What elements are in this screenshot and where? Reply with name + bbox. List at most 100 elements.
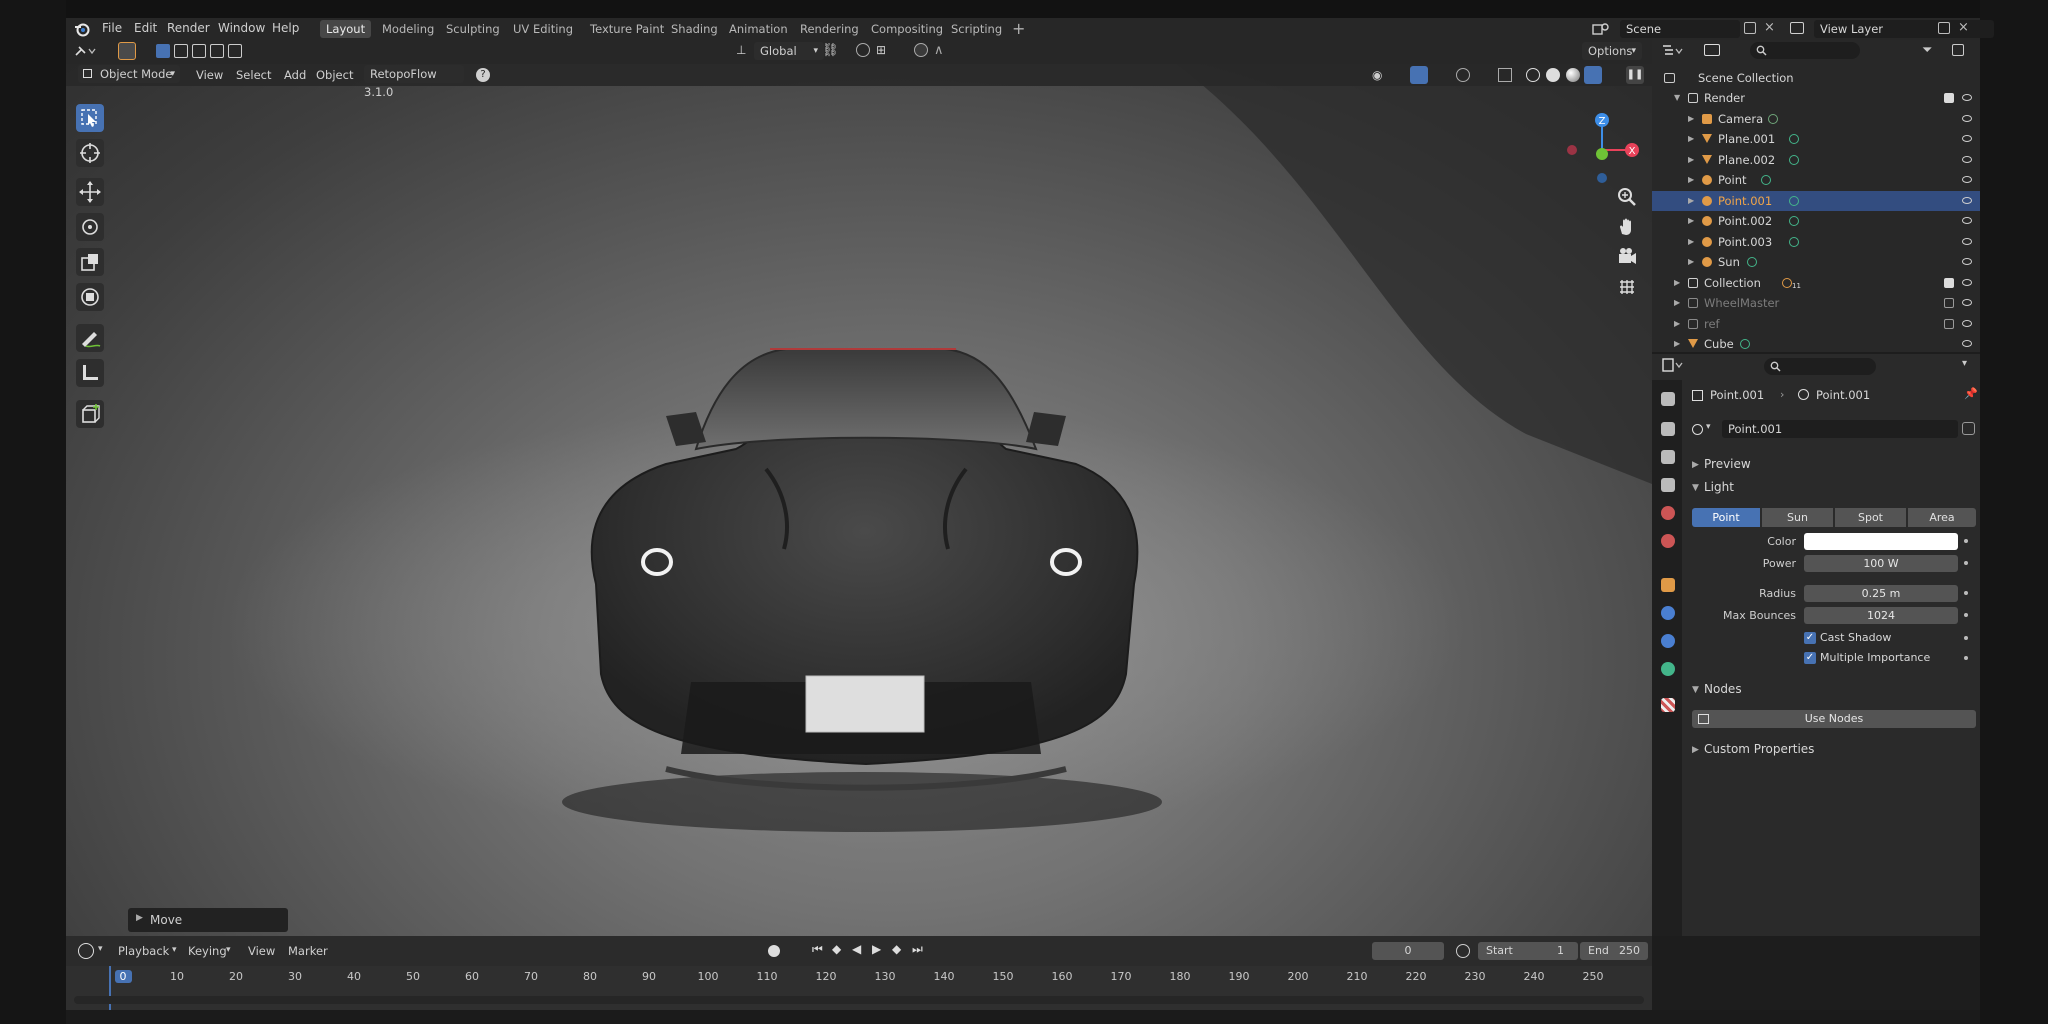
- tab-texture-paint[interactable]: Texture Paint: [584, 20, 670, 38]
- expand-toggle-icon[interactable]: ▶: [1688, 109, 1694, 129]
- world-tab-icon[interactable]: [1661, 534, 1675, 548]
- custom-properties-header[interactable]: Custom Properties: [1704, 742, 1814, 756]
- eye-icon[interactable]: [1962, 135, 1972, 142]
- tweak-select-icon[interactable]: [118, 42, 136, 60]
- eye-icon[interactable]: [1962, 319, 1972, 327]
- menu-edit[interactable]: Edit: [134, 21, 157, 35]
- eye-icon[interactable]: [1962, 155, 1972, 163]
- menu-window[interactable]: Window: [218, 21, 265, 35]
- add-workspace-icon[interactable]: +: [1012, 19, 1025, 38]
- options-dropdown[interactable]: Options ▾: [1582, 42, 1642, 60]
- retopoflow-dropdown[interactable]: RetopoFlow 3.1.0: [364, 65, 464, 99]
- constraints-tab-icon[interactable]: [1661, 634, 1675, 648]
- tool-tab-icon[interactable]: [1661, 392, 1675, 406]
- overlay-toggle-icon[interactable]: [1456, 68, 1470, 82]
- menu-select[interactable]: Select: [236, 68, 271, 82]
- tab-animation[interactable]: Animation: [723, 20, 794, 38]
- data-badge-icon[interactable]: [1789, 216, 1799, 226]
- record-icon[interactable]: [768, 945, 780, 957]
- eye-icon[interactable]: [1962, 114, 1972, 122]
- multiple-importance-checkbox[interactable]: ✓: [1804, 652, 1816, 664]
- expand-toggle-icon[interactable]: ▶: [1688, 191, 1694, 211]
- light-datablock-field[interactable]: Point.001: [1722, 420, 1958, 438]
- properties-search-input[interactable]: [1764, 358, 1876, 375]
- datablock-dropdown-icon[interactable]: ▾: [1706, 422, 1711, 432]
- tab-layout[interactable]: Layout: [320, 20, 372, 38]
- radius-keyframe-icon[interactable]: [1964, 591, 1968, 595]
- data-badge-icon[interactable]: [1782, 277, 1792, 288]
- 3d-viewport[interactable]: Z X ▶ Move: [66, 64, 1652, 936]
- data-badge-icon[interactable]: [1768, 113, 1778, 124]
- outliner-row-cube[interactable]: ▶ Cube: [1652, 334, 1980, 354]
- use-nodes-button[interactable]: Use Nodes: [1692, 710, 1976, 728]
- operator-expand-icon[interactable]: ▶: [136, 913, 143, 923]
- pan-hand-icon[interactable]: [1614, 214, 1640, 240]
- pivot-icon[interactable]: ⛓: [822, 43, 839, 58]
- scale-tool[interactable]: [76, 248, 104, 276]
- timeline-editor-dropdown-icon[interactable]: ▾: [98, 944, 103, 954]
- outliner-row-wheelmaster[interactable]: ▶ WheelMaster: [1652, 293, 1980, 313]
- view-layer-tab-icon[interactable]: [1661, 478, 1675, 492]
- light-type-point[interactable]: Point: [1692, 508, 1760, 527]
- view-layer-close-icon[interactable]: ×: [1958, 20, 1969, 35]
- mode-dropdown[interactable]: Object Mode ▾: [78, 65, 180, 83]
- data-badge-icon[interactable]: [1740, 339, 1750, 349]
- max-bounces-field[interactable]: 1024: [1804, 607, 1958, 624]
- cast-shadow-checkbox[interactable]: ✓: [1804, 632, 1816, 644]
- tab-rendering[interactable]: Rendering: [794, 20, 865, 38]
- scene-copy-icon[interactable]: [1744, 22, 1756, 34]
- light-color-swatch[interactable]: [1804, 533, 1958, 550]
- select-mode-invert-icon[interactable]: [210, 44, 224, 58]
- nodes-panel-header[interactable]: Nodes: [1704, 682, 1742, 696]
- data-badge-icon[interactable]: [1789, 195, 1799, 206]
- preview-expand-icon[interactable]: ▶: [1692, 460, 1699, 470]
- eye-icon[interactable]: [1962, 217, 1972, 224]
- exclude-checkbox[interactable]: [1944, 277, 1954, 288]
- falloff-icon[interactable]: ∧: [934, 43, 944, 58]
- data-badge-icon[interactable]: [1747, 257, 1757, 267]
- play-reverse-icon[interactable]: ◀: [852, 942, 861, 956]
- pause-render-icon[interactable]: ❚❚: [1626, 66, 1644, 84]
- tab-sculpting[interactable]: Sculpting: [440, 20, 506, 38]
- render-tab-icon[interactable]: [1661, 422, 1675, 436]
- transform-tool[interactable]: [76, 283, 104, 311]
- eye-icon[interactable]: [1962, 176, 1972, 183]
- timeline-menu-view[interactable]: View: [248, 944, 275, 958]
- next-keyframe-icon[interactable]: ◆: [892, 942, 901, 956]
- rotate-tool[interactable]: [76, 213, 104, 241]
- eye-icon[interactable]: [1962, 94, 1972, 101]
- timeline-menu-playback[interactable]: Playback: [118, 944, 169, 958]
- outliner-row-camera[interactable]: ▶ Camera: [1652, 109, 1980, 129]
- cast-shadow-keyframe-icon[interactable]: [1964, 636, 1968, 640]
- scene-close-icon[interactable]: ×: [1764, 20, 1775, 35]
- outliner-search-input[interactable]: [1750, 42, 1860, 59]
- tab-uv-editing[interactable]: UV Editing: [507, 20, 579, 38]
- preview-range-icon[interactable]: [1456, 944, 1470, 958]
- light-panel-header[interactable]: Light: [1704, 480, 1734, 494]
- expand-toggle-icon[interactable]: ▶: [1674, 293, 1680, 313]
- shading-solid-icon[interactable]: [1546, 68, 1560, 82]
- current-frame-field[interactable]: 0: [1372, 942, 1444, 960]
- data-badge-icon[interactable]: [1789, 154, 1799, 165]
- outliner-row-point-002[interactable]: ▶ Point.002: [1652, 211, 1980, 231]
- expand-toggle-icon[interactable]: ▶: [1688, 211, 1694, 231]
- tab-shading[interactable]: Shading: [665, 20, 724, 38]
- light-type-spot[interactable]: Spot: [1835, 508, 1906, 527]
- menu-add[interactable]: Add: [284, 68, 306, 82]
- outliner-row-plane-002[interactable]: ▶ Plane.002: [1652, 150, 1980, 170]
- prev-keyframe-icon[interactable]: ◆: [832, 942, 841, 956]
- menu-object[interactable]: Object: [316, 68, 353, 82]
- data-badge-icon[interactable]: [1761, 175, 1771, 185]
- light-collapse-icon[interactable]: ▼: [1692, 483, 1699, 493]
- exclude-checkbox[interactable]: [1944, 318, 1954, 329]
- menu-file[interactable]: File: [102, 21, 122, 35]
- fake-user-icon[interactable]: [1962, 422, 1975, 435]
- camera-view-icon[interactable]: [1614, 244, 1640, 270]
- menu-render[interactable]: Render: [167, 21, 210, 35]
- visibility-icon[interactable]: ◉: [1372, 68, 1382, 82]
- shading-material-icon[interactable]: [1566, 68, 1580, 82]
- power-field[interactable]: 100 W: [1804, 555, 1958, 572]
- scene-tab-icon[interactable]: [1661, 506, 1675, 520]
- filter-icon[interactable]: ⏷: [1922, 43, 1932, 58]
- outliner-row-point-003[interactable]: ▶ Point.003: [1652, 232, 1980, 252]
